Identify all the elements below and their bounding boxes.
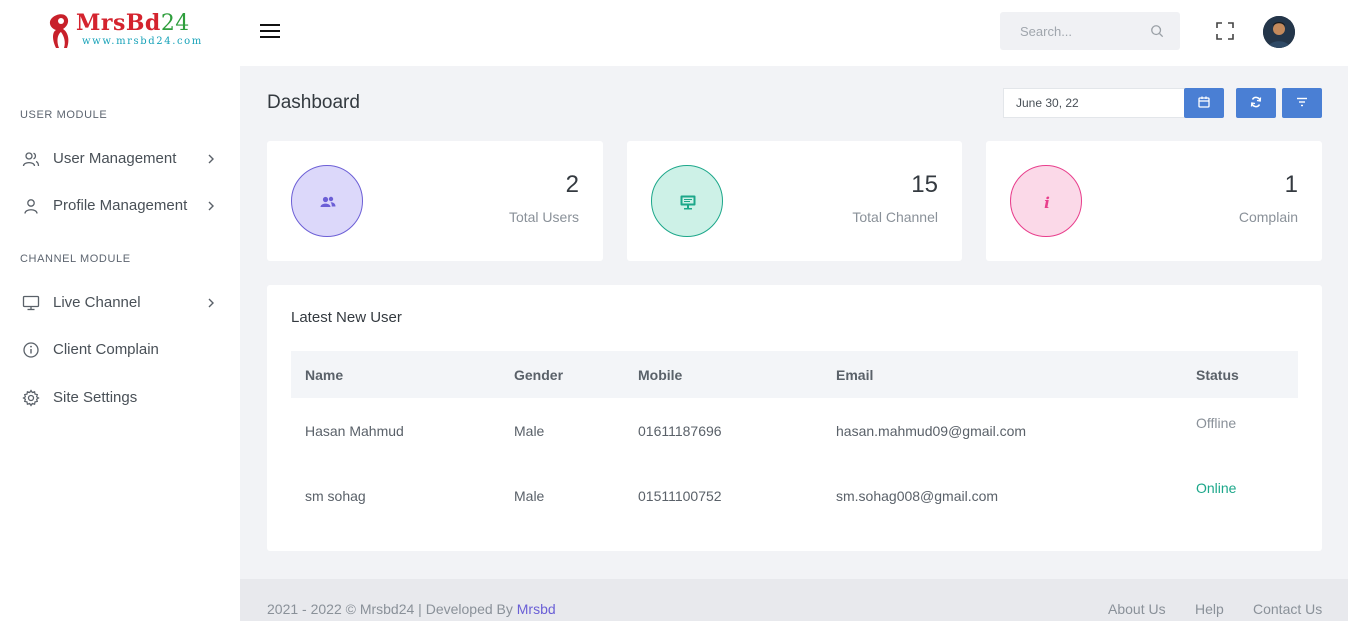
- sidebar-item-label: User Management: [53, 150, 177, 167]
- developer-link[interactable]: Mrsbd: [517, 601, 556, 617]
- menu-toggle-button[interactable]: [260, 23, 280, 39]
- table-row: Hasan Mahmud Male 01611187696 hasan.mahm…: [291, 398, 1298, 463]
- cell-mobile: 01511100752: [638, 488, 722, 504]
- column-header-gender: Gender: [514, 367, 564, 383]
- stat-icon-circle: [651, 165, 723, 237]
- logo[interactable]: MrsBd24 www.mrsbd24.com: [46, 10, 206, 54]
- cell-name: sm sohag: [305, 488, 366, 504]
- chevron-right-icon: [208, 201, 214, 211]
- search-icon[interactable]: [1150, 24, 1164, 38]
- sidebar-section-title: CHANNEL MODULE: [20, 253, 131, 265]
- monitor-icon: [680, 195, 696, 210]
- latest-users-card: Latest New User Name Gender Mobile Email…: [267, 285, 1322, 551]
- calendar-icon: [1198, 96, 1210, 108]
- status-badge: Offline: [1196, 415, 1237, 431]
- column-header-email: Email: [836, 367, 874, 383]
- filter-button[interactable]: [1282, 88, 1322, 118]
- gear-icon: [22, 389, 40, 407]
- stat-icon-circle: [291, 165, 363, 237]
- search-box: [1000, 12, 1180, 50]
- status-badge: Online: [1196, 480, 1237, 496]
- stat-value: 15: [911, 171, 938, 198]
- svg-text:i: i: [1044, 194, 1050, 211]
- table-header: Name Gender Mobile Email Status: [291, 351, 1298, 398]
- users-icon: [320, 196, 336, 207]
- info-icon: i: [1044, 194, 1050, 211]
- footer-copyright: 2021 - 2022 © Mrsbd24 | Developed By Mrs…: [267, 601, 556, 617]
- column-header-status: Status: [1196, 367, 1239, 383]
- page-title: Dashboard: [267, 92, 360, 113]
- sidebar-item-label: Live Channel: [53, 294, 141, 311]
- stat-card-total-channel: 15 Total Channel: [627, 141, 962, 261]
- logo-text: MrsBd24: [76, 10, 190, 36]
- logo-mark-icon: [49, 14, 69, 48]
- chevron-right-icon: [208, 154, 214, 164]
- sidebar-item-user-management[interactable]: User Management: [0, 139, 240, 179]
- date-picker-input[interactable]: June 30, 22: [1003, 88, 1185, 118]
- sidebar-item-label: Profile Management: [53, 197, 188, 214]
- column-header-name: Name: [305, 367, 344, 383]
- avatar-image: [1263, 16, 1295, 48]
- stat-value: 1: [1284, 171, 1298, 198]
- sidebar-item-site-settings[interactable]: Site Settings: [0, 378, 240, 418]
- footer: 2021 - 2022 © Mrsbd24 | Developed By Mrs…: [240, 579, 1348, 621]
- sidebar-item-label: Site Settings: [53, 389, 138, 406]
- footer-link-contact[interactable]: Contact Us: [1253, 601, 1322, 617]
- refresh-icon: [1250, 96, 1262, 108]
- user-icon: [24, 199, 38, 214]
- footer-link-about[interactable]: About Us: [1108, 601, 1166, 617]
- logo-url: www.mrsbd24.com: [82, 36, 203, 47]
- calendar-button[interactable]: [1184, 88, 1224, 118]
- filter-icon: [1297, 97, 1307, 107]
- cell-name: Hasan Mahmud: [305, 423, 404, 439]
- sidebar-item-client-complain[interactable]: Client Complain: [0, 330, 240, 370]
- cell-email: hasan.mahmud09@gmail.com: [836, 423, 1027, 439]
- cell-email: sm.sohag008@gmail.com: [836, 488, 999, 504]
- sidebar-item-label: Client Complain: [53, 341, 159, 358]
- stat-card-complain: i 1 Complain: [986, 141, 1322, 261]
- chevron-right-icon: [208, 298, 214, 308]
- refresh-button[interactable]: [1236, 88, 1276, 118]
- cell-gender: Male: [514, 488, 545, 504]
- column-header-mobile: Mobile: [638, 367, 683, 383]
- stat-label: Total Users: [508, 209, 579, 225]
- user-avatar[interactable]: [1263, 16, 1295, 48]
- stat-value: 2: [565, 171, 579, 198]
- fullscreen-icon[interactable]: [1216, 22, 1234, 40]
- table-title: Latest New User: [291, 309, 402, 326]
- stat-label: Total Channel: [852, 209, 938, 225]
- stat-card-total-users: 2 Total Users: [267, 141, 603, 261]
- footer-link-help[interactable]: Help: [1195, 601, 1224, 617]
- sidebar-item-profile-management[interactable]: Profile Management: [0, 186, 240, 226]
- users-icon: [22, 152, 40, 167]
- cell-mobile: 01611187696: [638, 423, 722, 439]
- info-icon: [23, 342, 39, 358]
- cell-gender: Male: [514, 423, 545, 439]
- top-header: MrsBd24 www.mrsbd24.com: [0, 0, 1348, 66]
- stat-icon-circle: i: [1010, 165, 1082, 237]
- monitor-icon: [22, 295, 40, 311]
- stat-label: Complain: [1238, 209, 1298, 225]
- sidebar-item-live-channel[interactable]: Live Channel: [0, 283, 240, 323]
- sidebar: USER MODULE User Management Profile Mana…: [0, 66, 240, 621]
- sidebar-section-title: USER MODULE: [20, 109, 108, 121]
- table-row: sm sohag Male 01511100752 sm.sohag008@gm…: [291, 463, 1298, 528]
